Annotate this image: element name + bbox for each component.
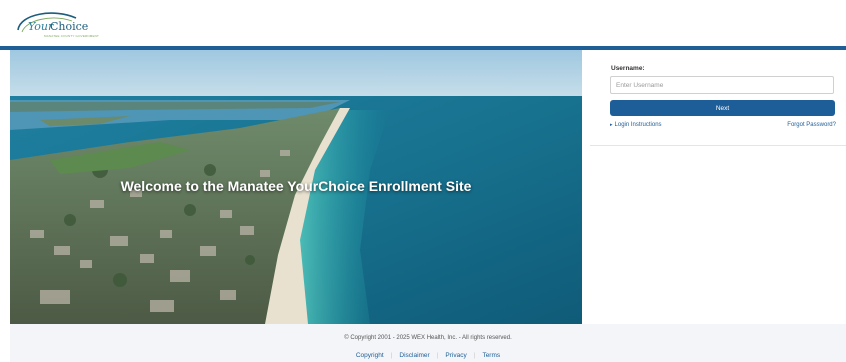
logo-text-choice: Choice — [50, 20, 89, 33]
hero-banner: Welcome to the Manatee YourChoice Enroll… — [10, 50, 582, 324]
copyright-text: © Copyright 2001 - 2025 WEX Health, Inc.… — [344, 335, 512, 341]
yourchoice-logo[interactable]: Your Choice MANATEE COUNTY GOVERNMENT — [14, 8, 99, 40]
footer: © Copyright 2001 - 2025 WEX Health, Inc.… — [10, 324, 846, 362]
login-panel: Username: Next ▸Login Instructions Forgo… — [590, 52, 846, 146]
footer-link-terms[interactable]: Terms — [475, 352, 507, 359]
header: Your Choice MANATEE COUNTY GOVERNMENT — [0, 0, 846, 46]
login-instructions-label: Login Instructions — [614, 122, 662, 128]
next-button[interactable]: Next — [610, 100, 835, 116]
login-instructions-link[interactable]: ▸ Login Instructions — [610, 122, 662, 128]
logo-tagline: MANATEE COUNTY GOVERNMENT — [44, 34, 100, 38]
footer-link-copyright[interactable]: Copyright — [349, 352, 391, 359]
username-input[interactable] — [610, 76, 834, 94]
footer-link-privacy[interactable]: Privacy — [438, 352, 473, 359]
footer-link-disclaimer[interactable]: Disclaimer — [392, 352, 436, 359]
page: Your Choice MANATEE COUNTY GOVERNMENT We… — [0, 0, 846, 362]
side-panel-blank — [582, 146, 846, 324]
triangle-right-icon: ▸ — [610, 122, 613, 128]
forgot-password-link[interactable]: Forgot Password? — [787, 122, 836, 128]
hero-welcome-title: Welcome to the Manatee YourChoice Enroll… — [120, 178, 472, 194]
footer-links: Copyright | Disclaimer | Privacy | Terms — [10, 352, 846, 359]
username-label: Username: — [611, 65, 645, 72]
